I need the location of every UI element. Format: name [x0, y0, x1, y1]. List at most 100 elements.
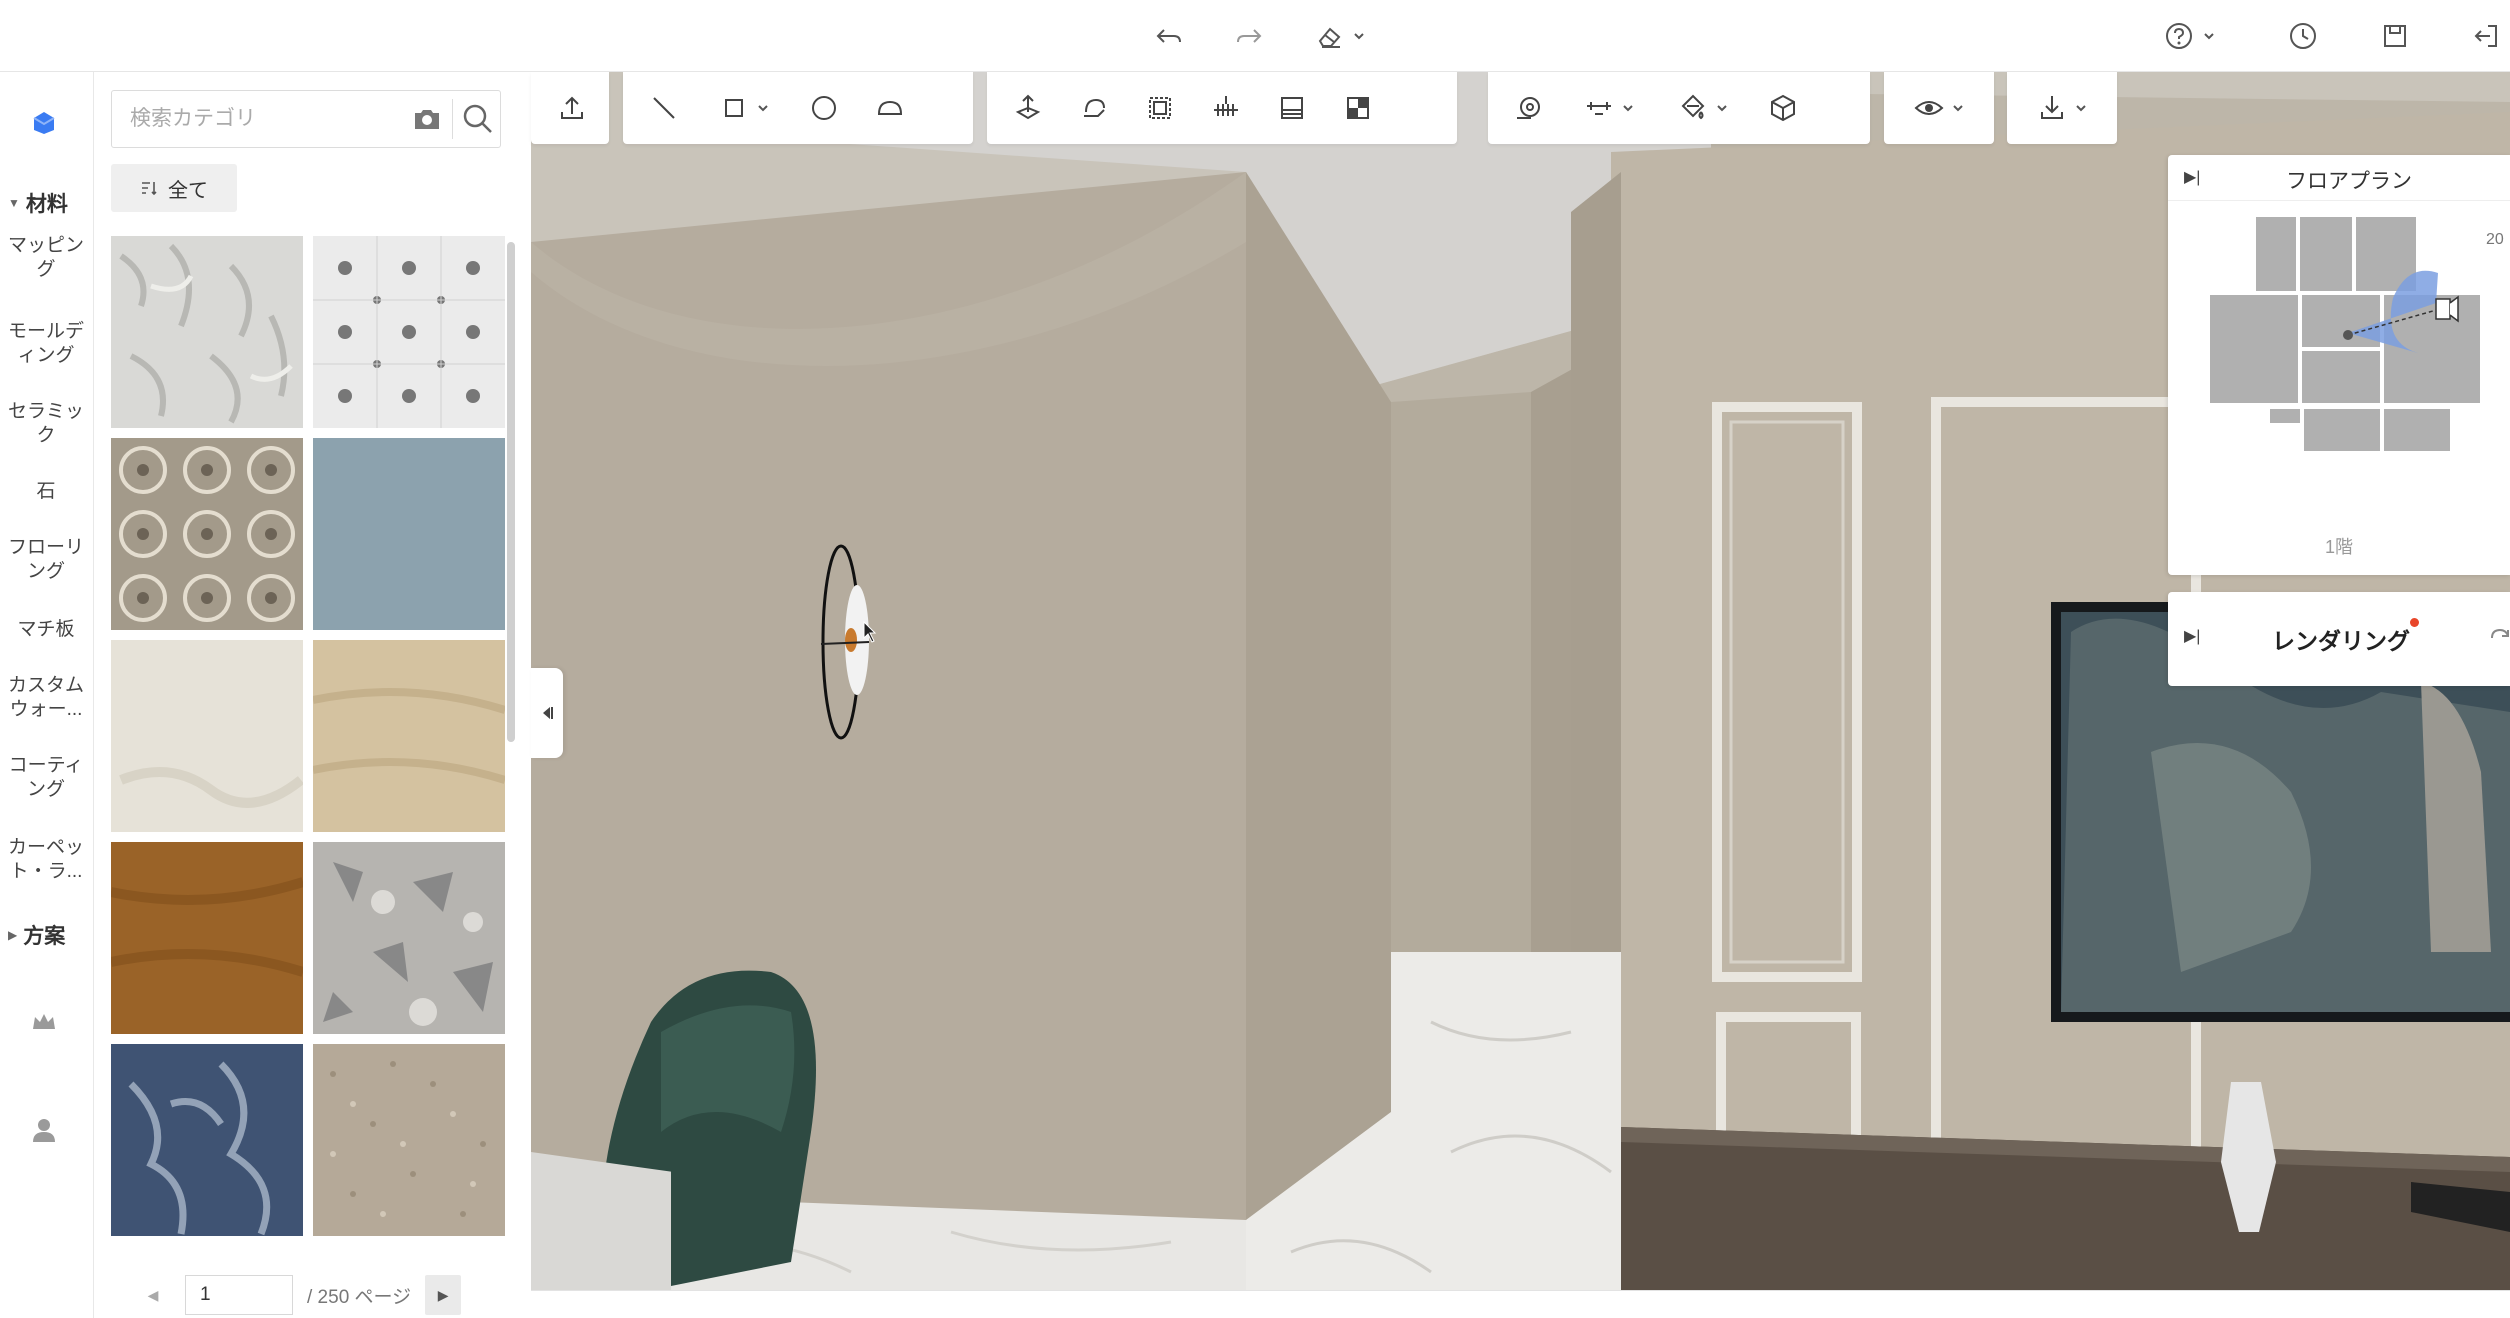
- material-tile[interactable]: [313, 236, 505, 428]
- rail-item-carpet[interactable]: カーペット・ラ...: [2, 836, 90, 884]
- tool-group-edit: [987, 72, 1457, 144]
- rail-group-plan[interactable]: ▶ 方案: [8, 920, 65, 950]
- rail-item-board[interactable]: マチ板: [2, 618, 90, 642]
- rail-item-molding[interactable]: モールディング: [2, 320, 90, 368]
- rendering-title: レンダリング: [2272, 628, 2410, 654]
- rotate-tool[interactable]: [1063, 82, 1125, 134]
- redo-button[interactable]: [1234, 18, 1264, 54]
- search-box: [111, 90, 501, 148]
- divider: [452, 99, 453, 139]
- dimension-dropdown[interactable]: [1564, 82, 1654, 134]
- push-pull-icon: [1015, 94, 1041, 120]
- user-icon[interactable]: [28, 1114, 60, 1146]
- download-dropdown[interactable]: [2017, 82, 2107, 134]
- materials-logo-icon[interactable]: [26, 104, 62, 140]
- material-tile[interactable]: [111, 842, 303, 1034]
- circle-tool[interactable]: [793, 82, 855, 134]
- rail-item-custom-wall[interactable]: カスタムウォー...: [2, 674, 90, 722]
- next-page-button[interactable]: ▶: [425, 1275, 462, 1315]
- sort-icon: [142, 182, 157, 196]
- upload-tool[interactable]: [541, 82, 603, 134]
- move-tool[interactable]: [997, 82, 1059, 134]
- camera-icon[interactable]: [412, 105, 442, 133]
- refresh-icon[interactable]: [2486, 624, 2510, 652]
- material-tile[interactable]: [313, 640, 505, 832]
- tape-measure-icon: [1517, 97, 1540, 119]
- triangle-right-icon: ▶: [8, 928, 18, 942]
- scrollbar[interactable]: [507, 242, 515, 742]
- align-grid-icon: [1214, 96, 1238, 116]
- marquee-icon: [1149, 97, 1171, 119]
- rail-item-coating[interactable]: コーティング: [2, 754, 90, 802]
- collapse-right-icon[interactable]: ▶|: [2184, 626, 2200, 646]
- search-input[interactable]: [112, 91, 402, 147]
- floorplan-header: ▶| フロアプラン: [2168, 155, 2510, 201]
- material-tile[interactable]: [313, 842, 505, 1034]
- triangle-down-icon: ▼: [8, 196, 20, 210]
- chevron-down-icon: [758, 105, 768, 112]
- line-tool[interactable]: [633, 82, 695, 134]
- floorplan-title: フロアプラン: [2286, 170, 2412, 193]
- material-tile[interactable]: [111, 236, 303, 428]
- download-icon: [2041, 96, 2063, 119]
- material-tile[interactable]: [111, 640, 303, 832]
- select-area-tool[interactable]: [1129, 82, 1191, 134]
- eye-icon: [1914, 101, 1944, 115]
- save-icon: [2384, 25, 2406, 47]
- floor-label[interactable]: 1階: [2168, 533, 2510, 559]
- help-dropdown[interactable]: [2164, 18, 2216, 54]
- upload-icon: [561, 96, 583, 119]
- cube-icon: [1771, 94, 1795, 122]
- tape-tool[interactable]: [1498, 82, 1560, 134]
- history-button[interactable]: [2288, 18, 2318, 54]
- bottom-status-bar: [531, 1290, 2510, 1318]
- rotate-icon: [1084, 98, 1105, 117]
- undo-icon: [1156, 29, 1181, 43]
- page-total: / 250 ページ: [307, 1286, 412, 1308]
- eraser-dropdown[interactable]: [1314, 18, 1366, 54]
- rail-item-flooring[interactable]: フローリング: [2, 536, 90, 584]
- view-dropdown[interactable]: [1894, 82, 1984, 134]
- collapse-left-icon: [543, 707, 553, 719]
- chevron-down-icon: [1717, 105, 1727, 112]
- rail-group-label: 方案: [23, 925, 66, 948]
- prev-page-button[interactable]: ◀: [135, 1275, 171, 1315]
- page-number-input[interactable]: [185, 1275, 293, 1315]
- rectangle-tool[interactable]: [699, 82, 789, 134]
- split-tool[interactable]: [1327, 82, 1389, 134]
- material-tile[interactable]: [111, 438, 303, 630]
- exit-button[interactable]: [2470, 18, 2500, 54]
- tool-group-view: [1884, 72, 1994, 144]
- paint-dropdown[interactable]: [1658, 82, 1748, 134]
- arc-tool[interactable]: [859, 82, 921, 134]
- level-tool[interactable]: [1195, 82, 1257, 134]
- eraser-icon: [1318, 27, 1341, 48]
- help-icon: [2166, 23, 2192, 49]
- design-app: ▼ 材料 マッピング モールディング セラミック 石 フローリング マチ板 カス…: [0, 0, 2510, 1318]
- material-tile[interactable]: [111, 1044, 303, 1236]
- cube-tool[interactable]: [1752, 82, 1814, 134]
- rendering-panel[interactable]: ▶| レンダリング: [2168, 592, 2510, 686]
- save-button[interactable]: [2380, 18, 2410, 54]
- panel-icon: [1281, 97, 1303, 119]
- rectangle-icon: [725, 99, 743, 117]
- crown-icon[interactable]: [28, 1006, 60, 1038]
- undo-button[interactable]: [1154, 18, 1184, 54]
- material-tile[interactable]: [313, 438, 505, 630]
- material-tile[interactable]: [313, 1044, 505, 1236]
- filter-all-button[interactable]: 全て: [111, 164, 237, 212]
- chevron-down-icon: [1354, 33, 1364, 40]
- rail-group-materials[interactable]: ▼ 材料: [8, 188, 68, 218]
- rail-item-mapping[interactable]: マッピング: [2, 234, 90, 282]
- paint-bucket-icon: [1681, 94, 1705, 120]
- search-icon[interactable]: [460, 101, 496, 137]
- collapse-right-icon[interactable]: ▶|: [2184, 167, 2200, 187]
- floorplan-map[interactable]: [2208, 213, 2508, 473]
- top-bar: [0, 0, 2510, 72]
- rail-item-ceramic[interactable]: セラミック: [2, 400, 90, 448]
- collapse-panel-button[interactable]: [531, 668, 563, 758]
- rail-item-stone[interactable]: 石: [2, 480, 90, 504]
- arc-icon: [877, 100, 903, 115]
- floorplan-side-number: 20: [2486, 231, 2504, 248]
- panel-tool[interactable]: [1261, 82, 1323, 134]
